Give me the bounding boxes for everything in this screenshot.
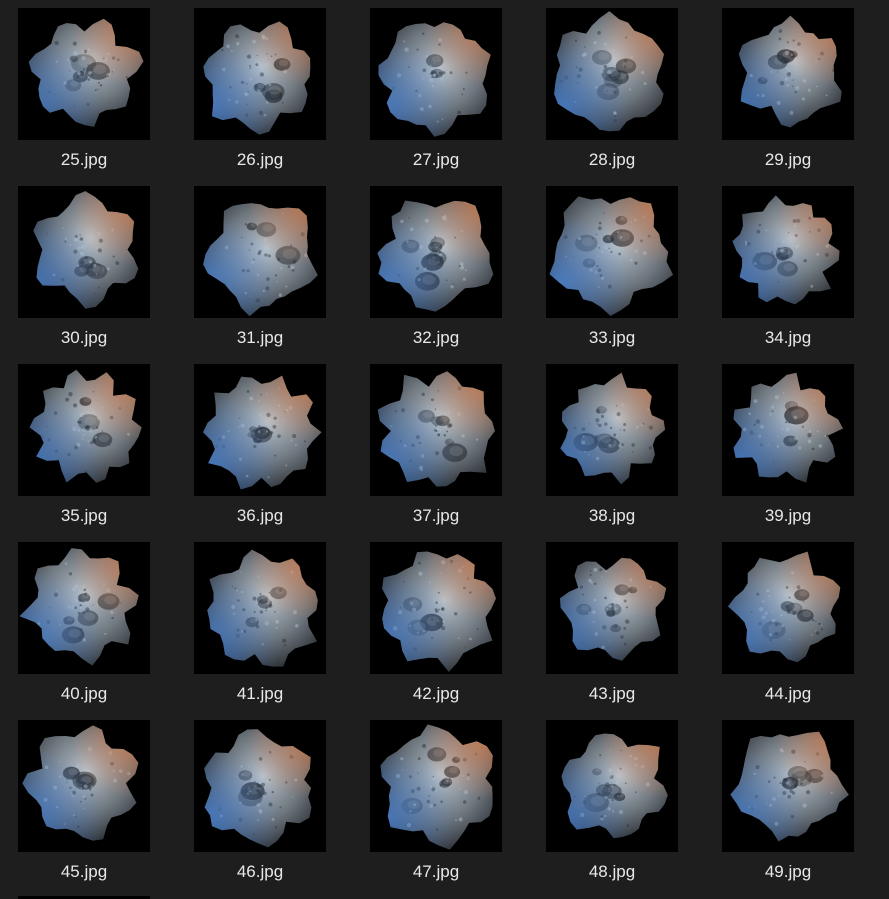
file-name-label[interactable]: 49.jpg: [712, 861, 864, 883]
file-name-label[interactable]: 31.jpg: [184, 327, 336, 349]
file-tile[interactable]: 46.jpg: [194, 720, 326, 890]
file-name-label[interactable]: 37.jpg: [360, 505, 512, 527]
asteroid-thumbnail-icon[interactable]: [546, 8, 678, 140]
asteroid-thumbnail-icon[interactable]: [194, 364, 326, 496]
asteroid-thumbnail-icon[interactable]: [18, 542, 150, 674]
asteroid-thumbnail-icon[interactable]: [194, 542, 326, 674]
asteroid-thumbnail-icon[interactable]: [18, 364, 150, 496]
file-tile[interactable]: 38.jpg: [546, 364, 678, 534]
file-tile[interactable]: 25.jpg: [18, 8, 150, 178]
file-name-label[interactable]: 32.jpg: [360, 327, 512, 349]
file-tile[interactable]: 48.jpg: [546, 720, 678, 890]
asteroid-thumbnail-icon[interactable]: [722, 364, 854, 496]
asteroid-thumbnail-icon[interactable]: [194, 720, 326, 852]
asteroid-thumbnail-icon[interactable]: [722, 720, 854, 852]
file-tile[interactable]: 49.jpg: [722, 720, 854, 890]
file-name-label[interactable]: 35.jpg: [8, 505, 160, 527]
file-tile[interactable]: 34.jpg: [722, 186, 854, 356]
file-name-label[interactable]: 41.jpg: [184, 683, 336, 705]
file-name-label[interactable]: 36.jpg: [184, 505, 336, 527]
asteroid-thumbnail-icon[interactable]: [546, 720, 678, 852]
file-tile[interactable]: 31.jpg: [194, 186, 326, 356]
file-tile[interactable]: 41.jpg: [194, 542, 326, 712]
file-name-label[interactable]: 48.jpg: [536, 861, 688, 883]
file-tile[interactable]: 35.jpg: [18, 364, 150, 534]
file-tile[interactable]: 43.jpg: [546, 542, 678, 712]
file-tile[interactable]: 42.jpg: [370, 542, 502, 712]
file-name-label[interactable]: 27.jpg: [360, 149, 512, 171]
asteroid-thumbnail-icon[interactable]: [370, 542, 502, 674]
asteroid-thumbnail-icon[interactable]: [18, 8, 150, 140]
file-name-label[interactable]: 25.jpg: [8, 149, 160, 171]
asteroid-thumbnail-icon[interactable]: [194, 8, 326, 140]
file-tile[interactable]: 39.jpg: [722, 364, 854, 534]
asteroid-thumbnail-icon[interactable]: [370, 8, 502, 140]
file-tile[interactable]: 29.jpg: [722, 8, 854, 178]
asteroid-thumbnail-icon[interactable]: [194, 186, 326, 318]
file-tile[interactable]: 27.jpg: [370, 8, 502, 178]
file-thumbnail-grid: 25.jpg 26.jpg 27.jpg 28.jpg 29.jpg 30.jp…: [0, 0, 889, 899]
file-tile[interactable]: 33.jpg: [546, 186, 678, 356]
file-tile[interactable]: 40.jpg: [18, 542, 150, 712]
asteroid-thumbnail-icon[interactable]: [546, 542, 678, 674]
file-name-label[interactable]: 42.jpg: [360, 683, 512, 705]
file-tile[interactable]: 26.jpg: [194, 8, 326, 178]
asteroid-thumbnail-icon[interactable]: [546, 364, 678, 496]
file-name-label[interactable]: 39.jpg: [712, 505, 864, 527]
file-name-label[interactable]: 46.jpg: [184, 861, 336, 883]
file-name-label[interactable]: 44.jpg: [712, 683, 864, 705]
asteroid-thumbnail-icon[interactable]: [546, 186, 678, 318]
file-name-label[interactable]: 28.jpg: [536, 149, 688, 171]
file-tile[interactable]: 30.jpg: [18, 186, 150, 356]
file-name-label[interactable]: 34.jpg: [712, 327, 864, 349]
file-tile[interactable]: 45.jpg: [18, 720, 150, 890]
file-name-label[interactable]: 29.jpg: [712, 149, 864, 171]
file-name-label[interactable]: 30.jpg: [8, 327, 160, 349]
file-tile[interactable]: 47.jpg: [370, 720, 502, 890]
file-tile[interactable]: 28.jpg: [546, 8, 678, 178]
asteroid-thumbnail-icon[interactable]: [18, 186, 150, 318]
file-name-label[interactable]: 47.jpg: [360, 861, 512, 883]
file-tile[interactable]: 37.jpg: [370, 364, 502, 534]
asteroid-thumbnail-icon[interactable]: [370, 720, 502, 852]
file-tile[interactable]: 36.jpg: [194, 364, 326, 534]
file-name-label[interactable]: 40.jpg: [8, 683, 160, 705]
asteroid-thumbnail-icon[interactable]: [370, 364, 502, 496]
asteroid-thumbnail-icon[interactable]: [722, 8, 854, 140]
asteroid-thumbnail-icon[interactable]: [722, 186, 854, 318]
file-name-label[interactable]: 43.jpg: [536, 683, 688, 705]
asteroid-thumbnail-icon[interactable]: [18, 720, 150, 852]
file-name-label[interactable]: 26.jpg: [184, 149, 336, 171]
asteroid-thumbnail-icon[interactable]: [370, 186, 502, 318]
file-name-label[interactable]: 38.jpg: [536, 505, 688, 527]
file-name-label[interactable]: 33.jpg: [536, 327, 688, 349]
file-tile[interactable]: 44.jpg: [722, 542, 854, 712]
file-tile[interactable]: 32.jpg: [370, 186, 502, 356]
asteroid-thumbnail-icon[interactable]: [722, 542, 854, 674]
file-name-label[interactable]: 45.jpg: [8, 861, 160, 883]
